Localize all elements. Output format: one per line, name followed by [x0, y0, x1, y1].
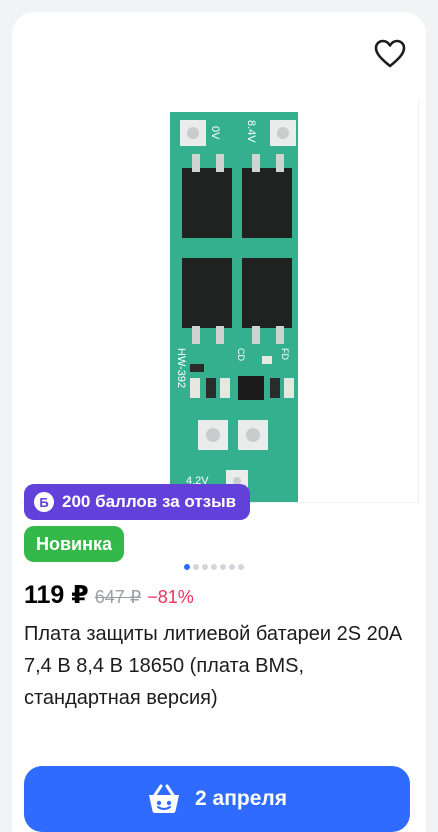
favorite-button[interactable]	[372, 36, 408, 72]
carousel-dot[interactable]	[184, 564, 190, 570]
basket-icon	[149, 784, 179, 813]
new-badge: Новинка	[24, 526, 125, 562]
review-points-label: 200 баллов за отзыв	[62, 492, 237, 511]
carousel-dot[interactable]	[220, 564, 226, 570]
board-label-0v: 0V	[209, 126, 221, 140]
new-badge-label: Новинка	[36, 533, 113, 554]
price-row: 119 ₽ 647 ₽ −81%	[24, 580, 194, 610]
pcb-board-image: 0V 8.4V HW-392 CD FD 4.2V	[170, 112, 298, 502]
current-price: 119 ₽	[24, 581, 89, 609]
carousel-dot[interactable]	[193, 564, 199, 570]
image-carousel-indicator	[184, 564, 244, 570]
product-card[interactable]: 0V 8.4V HW-392 CD FD 4.2V Б 200 баллов з…	[12, 12, 426, 832]
carousel-dot[interactable]	[202, 564, 208, 570]
product-image[interactable]: 0V 8.4V HW-392 CD FD 4.2V	[20, 100, 419, 503]
product-title[interactable]: Плата защиты литиевой батареи 2S 20A 7,4…	[24, 618, 416, 714]
board-label-cd: CD	[236, 348, 246, 361]
carousel-dot[interactable]	[238, 564, 244, 570]
discount-percent: −81%	[147, 587, 194, 607]
add-to-cart-button[interactable]: 2 апреля	[24, 766, 410, 832]
carousel-dot[interactable]	[211, 564, 217, 570]
board-label-hw392: HW-392	[175, 348, 187, 388]
board-label-84v: 8.4V	[245, 120, 257, 143]
review-points-badge: Б 200 баллов за отзыв	[24, 484, 251, 520]
delivery-date-label: 2 апреля	[195, 787, 287, 810]
carousel-dot[interactable]	[229, 564, 235, 570]
heart-icon	[374, 39, 406, 68]
old-price: 647 ₽	[94, 587, 142, 607]
points-icon: Б	[34, 492, 54, 512]
board-label-fd: FD	[280, 348, 290, 360]
